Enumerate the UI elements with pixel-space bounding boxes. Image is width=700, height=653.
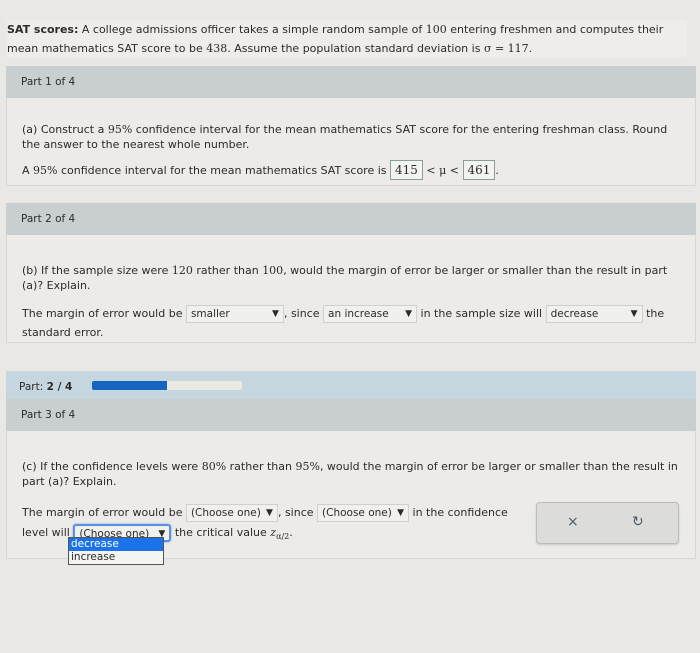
sample-change-select[interactable]: an increase ▼: [323, 305, 418, 323]
chevron-down-icon: ▼: [272, 309, 279, 319]
sigma-value: σ = 117: [483, 42, 529, 55]
part-1-panel: (a) Construct a 95% confidence interval …: [6, 98, 696, 186]
part-3-answer: The margin of error would be (Choose one…: [22, 503, 522, 523]
problem-intro: SAT scores: A college admissions officer…: [7, 20, 687, 58]
part-2-panel: (b) If the sample size were 120 rather t…: [6, 235, 696, 343]
upper-bound-input[interactable]: 461: [462, 160, 496, 180]
margin-size-select[interactable]: smaller ▼: [185, 305, 284, 323]
dropdown-options: decrease increase: [68, 537, 164, 565]
margin-size-select[interactable]: (Choose one) ▼: [185, 504, 278, 522]
standard-error-effect-select[interactable]: decrease ▼: [545, 305, 643, 323]
intro-label: SAT scores:: [7, 23, 79, 36]
mu-inequality: < μ <: [422, 164, 463, 177]
confidence-change-select[interactable]: (Choose one) ▼: [317, 504, 410, 522]
part-1-question: (a) Construct a 95% confidence interval …: [22, 123, 668, 151]
clear-icon[interactable]: ×: [567, 514, 579, 530]
part-2-header[interactable]: Part 2 of 4: [6, 203, 696, 235]
part-1-answer: A 95% confidence interval for the mean m…: [22, 160, 680, 181]
undo-icon[interactable]: ↻: [632, 514, 644, 530]
chevron-down-icon: ▼: [630, 309, 638, 319]
part-3-header[interactable]: Part 3 of 4: [6, 399, 696, 431]
part-3-question: (c) If the confidence levels were 80% ra…: [22, 460, 678, 488]
chevron-down-icon: ▼: [405, 309, 413, 319]
part-2-answer: The margin of error would be smaller ▼, s…: [22, 304, 680, 324]
lower-bound-input[interactable]: 415: [390, 160, 423, 180]
progress-track: [92, 381, 242, 390]
progress-value: 2 / 4: [46, 381, 73, 393]
progress-fill: [92, 381, 167, 390]
chevron-down-icon: ▼: [397, 508, 405, 518]
chevron-down-icon: ▼: [266, 508, 273, 518]
part-1-header[interactable]: Part 1 of 4: [6, 66, 696, 98]
answer-actions: × ↻: [536, 502, 679, 544]
dropdown-option-increase[interactable]: increase: [69, 551, 163, 564]
dropdown-option-decrease[interactable]: decrease: [69, 538, 163, 551]
part-2-question: (b) If the sample size were 120 rather t…: [22, 264, 668, 292]
